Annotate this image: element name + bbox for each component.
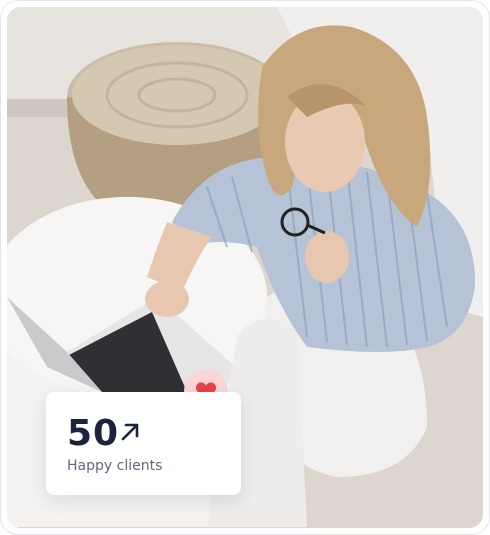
card-frame: 50 Happy clients: [0, 0, 490, 535]
stat-label: Happy clients: [67, 458, 163, 474]
arrow-up-right-icon: [121, 423, 139, 441]
happy-clients-card: 50 Happy clients: [46, 392, 241, 495]
stat-number: 50: [67, 413, 120, 454]
